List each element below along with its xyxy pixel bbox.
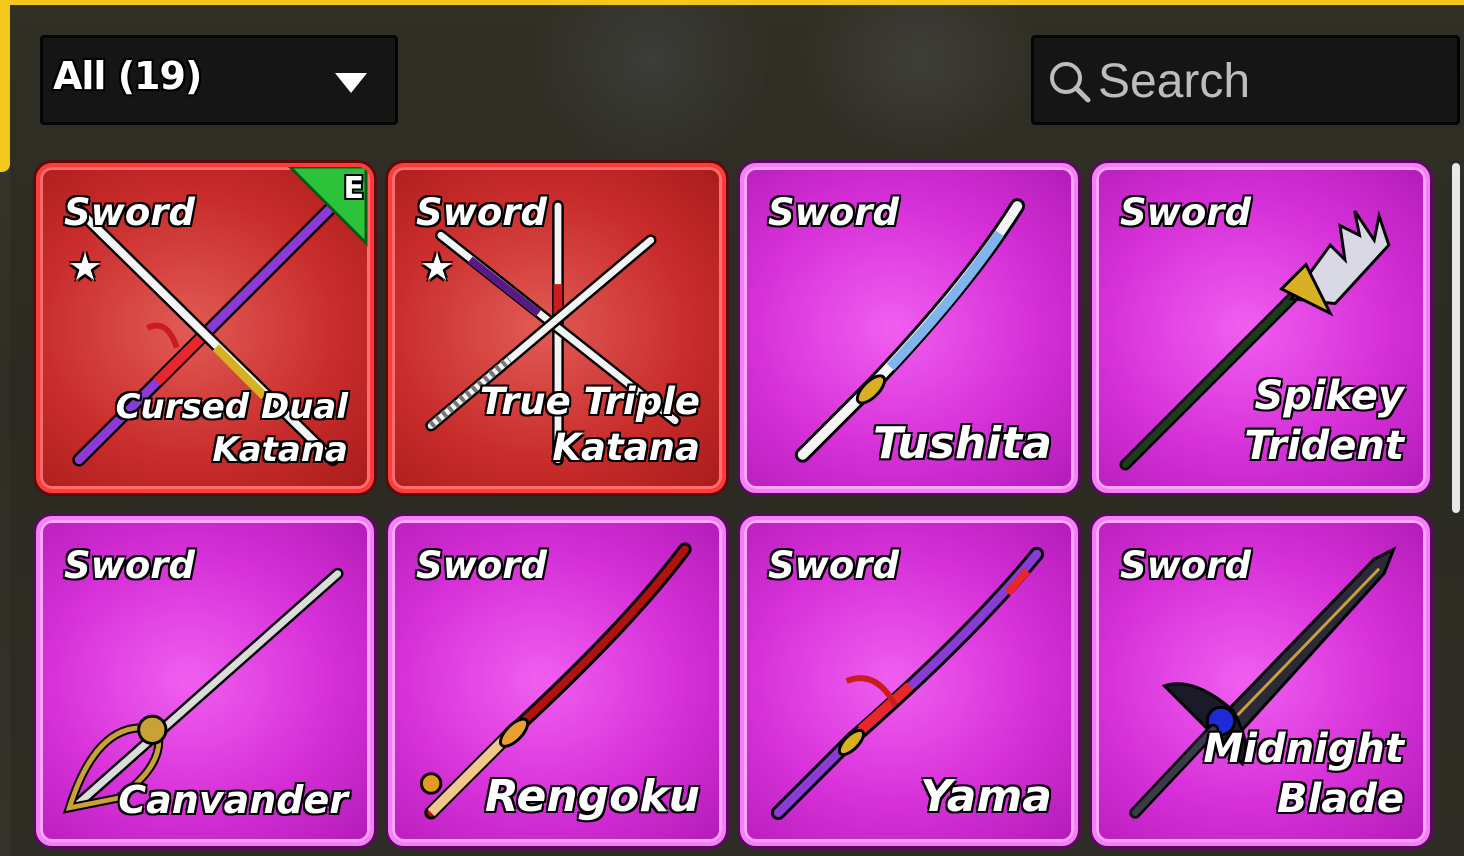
- item-card-tushita[interactable]: Sword Tushita: [740, 163, 1078, 493]
- item-name: Canvander: [118, 777, 348, 822]
- item-card-true-triple-katana[interactable]: Sword ★ True Triple Katana: [388, 163, 726, 493]
- item-name: Midnight Blade: [1203, 726, 1404, 822]
- star-icon: ★: [68, 245, 103, 289]
- item-type: Sword: [768, 191, 899, 234]
- star-icon: ★: [420, 245, 455, 289]
- filter-dropdown-label: All (19): [53, 54, 202, 98]
- search-input[interactable]: [1096, 50, 1450, 112]
- item-type: Sword: [64, 544, 195, 587]
- item-name: Tushita: [873, 418, 1052, 469]
- item-type: Sword: [1120, 544, 1251, 587]
- item-name: Yama: [920, 771, 1052, 822]
- item-name: True Triple Katana: [479, 379, 700, 469]
- item-card-yama[interactable]: Sword Yama: [740, 516, 1078, 846]
- item-type: Sword: [416, 544, 547, 587]
- item-card-midnight-blade[interactable]: Sword Midnight Blade: [1092, 516, 1430, 846]
- item-name: Rengoku: [484, 771, 700, 822]
- scrollbar[interactable]: [1452, 163, 1460, 513]
- item-card-spikey-trident[interactable]: Sword Spikey Trident: [1092, 163, 1430, 493]
- item-card-rengoku[interactable]: Sword Rengoku: [388, 516, 726, 846]
- window-border-left: [0, 0, 10, 172]
- item-type: Sword: [64, 191, 195, 234]
- filter-dropdown[interactable]: All (19): [40, 35, 398, 125]
- item-type: Sword: [768, 544, 899, 587]
- item-name: Spikey Trident: [1244, 373, 1404, 469]
- item-name: Cursed Dual Katana: [115, 387, 348, 470]
- item-card-cursed-dual-katana[interactable]: E Sword ★ Cursed Dual Katana: [36, 163, 374, 493]
- item-type: Sword: [1120, 191, 1251, 234]
- item-card-canvander[interactable]: Sword Canvander: [36, 516, 374, 846]
- chevron-down-icon: [335, 73, 367, 93]
- search-box[interactable]: [1031, 35, 1460, 125]
- item-type: Sword: [416, 191, 547, 234]
- search-icon: [1050, 62, 1091, 103]
- equipped-badge-letter: E: [343, 171, 365, 206]
